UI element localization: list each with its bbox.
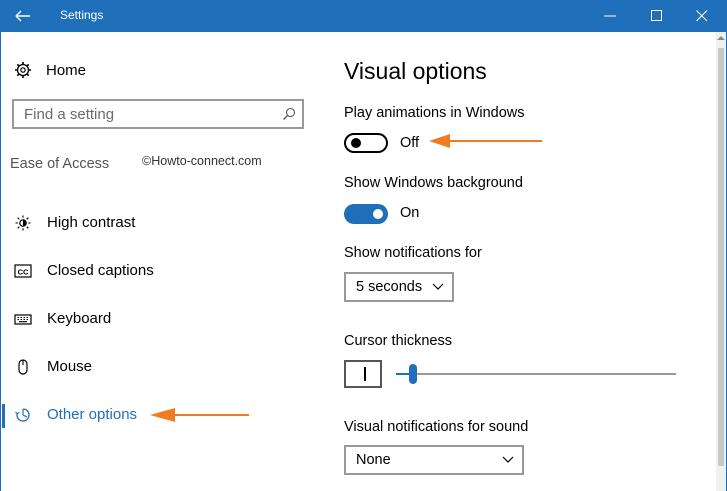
home-label: Home [46, 61, 87, 79]
notifications-value: 5 seconds [356, 279, 423, 295]
page-title: Visual options [344, 58, 487, 84]
toggle-knob [351, 138, 361, 148]
back-arrow-icon [15, 10, 30, 22]
maximize-icon [651, 10, 662, 21]
close-button[interactable] [682, 0, 722, 32]
gear-icon [15, 62, 31, 78]
sidebar-item-mouse[interactable]: Mouse [0, 352, 318, 382]
search-icon[interactable] [282, 107, 296, 121]
cursor-thickness-slider[interactable] [396, 362, 676, 386]
cc-icon: CC [14, 264, 32, 278]
maximize-button[interactable] [637, 0, 677, 32]
visual-options-panel: Visual options Play animations in Window… [344, 32, 714, 491]
background-state: On [400, 205, 420, 221]
cursor-preview-bar [364, 367, 366, 381]
notifications-label: Show notifications for [344, 245, 482, 261]
animations-toggle[interactable] [344, 133, 388, 153]
cursor-thickness-label: Cursor thickness [344, 333, 452, 349]
window-title: Settings [60, 8, 104, 22]
sidebar-item-keyboard[interactable]: Keyboard [0, 304, 318, 334]
search-input[interactable] [14, 101, 284, 127]
sound-notifications-value: None [356, 452, 391, 468]
sidebar-item-label: Mouse [47, 358, 93, 375]
keyboard-icon [14, 314, 32, 325]
sun-contrast-icon [15, 215, 31, 231]
svg-text:CC: CC [18, 268, 29, 277]
search-box[interactable] [12, 99, 304, 129]
watermark-text: ©Howto-connect.com [142, 154, 262, 168]
back-button[interactable] [0, 0, 46, 32]
sidebar-item-closed-captions[interactable]: CC Closed captions [0, 256, 318, 286]
annotation-arrow-animations [429, 134, 542, 148]
sidebar-item-label: Other options [47, 406, 138, 423]
minimize-button[interactable] [590, 0, 630, 32]
sound-notifications-dropdown[interactable]: None [344, 445, 524, 475]
home-link[interactable]: Home [14, 60, 86, 80]
close-icon [696, 10, 708, 22]
slider-track [396, 373, 676, 375]
sound-notifications-label: Visual notifications for sound [344, 419, 529, 435]
slider-thumb[interactable] [409, 364, 417, 384]
scrollbar-thumb[interactable] [718, 48, 724, 466]
mouse-icon [18, 359, 28, 375]
other-options-icon [15, 408, 30, 422]
sidebar-item-label: Keyboard [47, 310, 112, 327]
title-bar: Settings [0, 0, 727, 32]
chevron-down-icon [432, 283, 444, 290]
background-toggle[interactable] [344, 204, 388, 224]
scroll-up-arrow-icon[interactable] [717, 35, 725, 41]
scrollbar[interactable] [716, 32, 726, 491]
sidebar-item-label: Closed captions [47, 262, 154, 279]
animations-state: Off [400, 135, 420, 151]
minimize-icon [604, 15, 616, 17]
toggle-knob [373, 209, 383, 219]
notifications-dropdown[interactable]: 5 seconds [344, 272, 454, 302]
cursor-preview [344, 360, 382, 388]
annotation-arrow-other-options [150, 408, 249, 422]
section-label: Ease of Access [10, 156, 110, 172]
chevron-down-icon [502, 456, 514, 463]
sidebar-item-label: High contrast [47, 214, 136, 231]
background-label: Show Windows background [344, 175, 523, 191]
sidebar-item-high-contrast[interactable]: High contrast [0, 208, 318, 238]
animations-label: Play animations in Windows [344, 105, 525, 121]
